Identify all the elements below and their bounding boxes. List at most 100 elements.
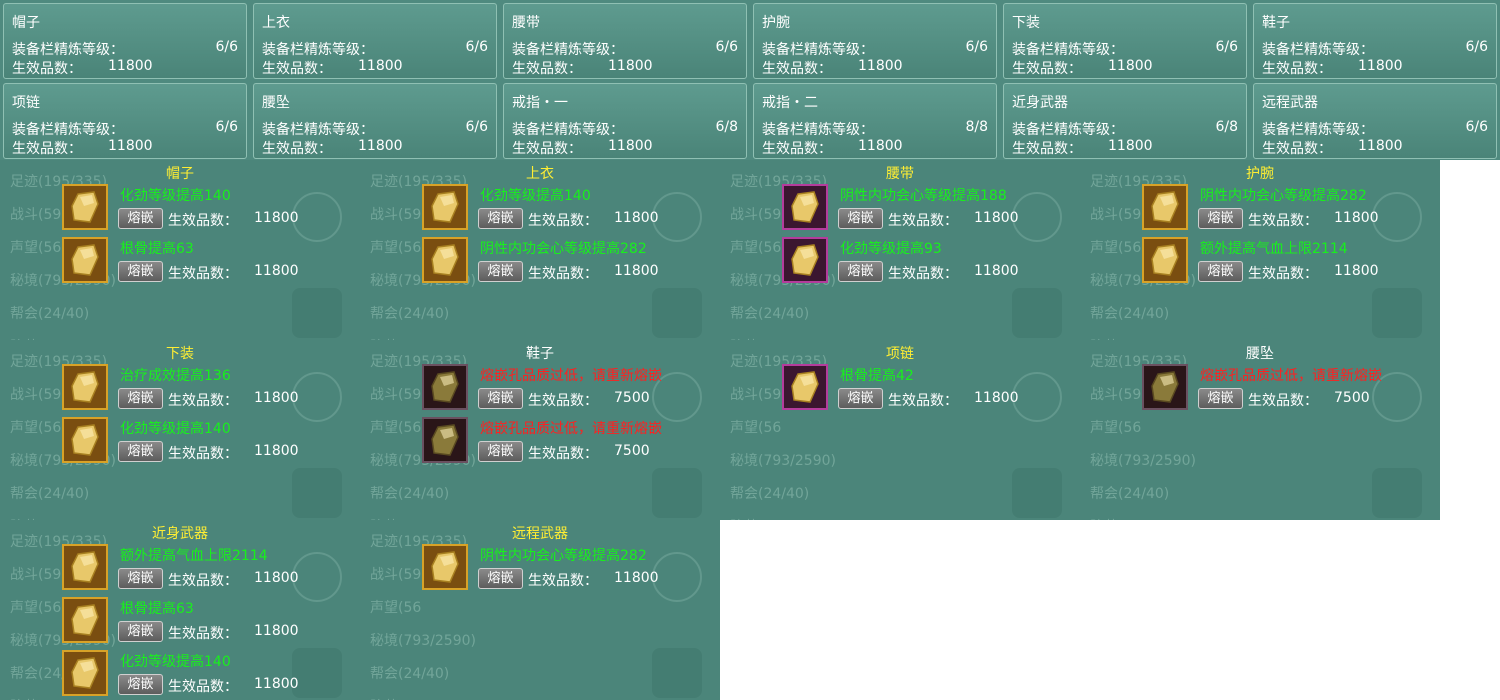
gem-count-value: 11800 bbox=[974, 390, 1019, 406]
dark-gem-icon[interactable] bbox=[1142, 364, 1188, 410]
equipment-slot-card[interactable]: 护腕 装备栏精炼等级： 6/6 生效品数： 11800 bbox=[753, 3, 997, 79]
gem-count-label: 生效品数： bbox=[168, 393, 238, 409]
fuse-button[interactable]: 熔嵌 bbox=[478, 208, 523, 229]
equipment-slot-card[interactable]: 戒指・一 装备栏精炼等级： 6/8 生效品数： 11800 bbox=[503, 83, 747, 159]
fuse-button[interactable]: 熔嵌 bbox=[118, 568, 163, 589]
equipment-refine-grid: 帽子 装备栏精炼等级： 6/6 生效品数： 11800 上衣 装备栏精炼等级： 6/6 生效品数… bbox=[0, 0, 1500, 160]
gem-count-label: 生效品数： bbox=[1248, 393, 1318, 409]
background-list-item: 阵营(33/52) bbox=[730, 511, 836, 520]
fuse-button[interactable]: 熔嵌 bbox=[118, 674, 163, 695]
background-list-item: 帮会(24/40) bbox=[10, 306, 90, 322]
gem-panel: 足迹(195/335)战斗(59声望(56秘境(793/2590)帮会(24/4… bbox=[0, 160, 360, 340]
gold-gem-icon[interactable] bbox=[422, 544, 468, 590]
gem-slot-row: 化劲等级提高140 熔嵌 生效品数： 11800 bbox=[62, 650, 360, 700]
background-list-item: 阵营(33/52) bbox=[370, 511, 476, 520]
gem-panel-title: 腰带 bbox=[886, 166, 914, 182]
dark-gem-icon[interactable] bbox=[422, 417, 468, 463]
equipment-slot-card[interactable]: 戒指・二 装备栏精炼等级： 8/8 生效品数： 11800 bbox=[753, 83, 997, 159]
effective-count-label: 生效品数： bbox=[262, 141, 332, 157]
background-scroll-icon bbox=[652, 288, 702, 338]
gold-gem-icon[interactable] bbox=[62, 237, 108, 283]
background-list-item: 帮会(24/40) bbox=[10, 486, 90, 502]
effective-count-value: 11800 bbox=[108, 138, 153, 154]
gem-panel: 足迹(195/335)战斗(59声望(56秘境(793/2590)帮会(24/4… bbox=[360, 340, 720, 520]
fuse-button[interactable]: 熔嵌 bbox=[118, 388, 163, 409]
gold-gem-icon[interactable] bbox=[62, 544, 108, 590]
gem-panel-title: 下装 bbox=[166, 346, 194, 362]
fuse-button[interactable]: 熔嵌 bbox=[838, 208, 883, 229]
refine-level-value: 6/6 bbox=[715, 39, 738, 55]
gem-panel-title: 项链 bbox=[886, 346, 914, 362]
gold-gem-icon[interactable] bbox=[62, 417, 108, 463]
fuse-button[interactable]: 熔嵌 bbox=[478, 568, 523, 589]
effective-count-value: 11800 bbox=[108, 58, 153, 74]
gem-panel-title: 鞋子 bbox=[526, 346, 554, 362]
gem-count-label: 生效品数： bbox=[168, 679, 238, 695]
gold-gem-icon[interactable] bbox=[422, 184, 468, 230]
equipment-slot-card[interactable]: 远程武器 装备栏精炼等级： 6/6 生效品数： 11800 bbox=[1253, 83, 1497, 159]
gem-panel: 足迹(195/335)战斗(59声望(56秘境(793/2590)帮会(24/4… bbox=[0, 340, 360, 520]
purple-gem-icon[interactable] bbox=[782, 237, 828, 283]
gold-gem-icon[interactable] bbox=[1142, 237, 1188, 283]
effective-count-value: 11800 bbox=[1358, 138, 1403, 154]
refine-level-value: 6/6 bbox=[465, 39, 488, 55]
equipment-slot-card[interactable]: 下装 装备栏精炼等级： 6/6 生效品数： 11800 bbox=[1003, 3, 1247, 79]
fuse-button[interactable]: 熔嵌 bbox=[478, 388, 523, 409]
equipment-slot-name: 上衣 bbox=[262, 15, 290, 31]
gem-slot-row: 治疗成效提高136 熔嵌 生效品数： 11800 bbox=[62, 364, 360, 414]
equipment-slot-card[interactable]: 项链 装备栏精炼等级： 6/6 生效品数： 11800 bbox=[3, 83, 247, 159]
fuse-button[interactable]: 熔嵌 bbox=[118, 621, 163, 642]
background-list-item: 帮会(24/40) bbox=[370, 486, 450, 502]
purple-gem-icon[interactable] bbox=[782, 364, 828, 410]
fuse-button[interactable]: 熔嵌 bbox=[1198, 208, 1243, 229]
effective-count-label: 生效品数： bbox=[262, 61, 332, 77]
purple-gem-icon[interactable] bbox=[782, 184, 828, 230]
gold-gem-icon[interactable] bbox=[422, 237, 468, 283]
gem-slot-row: 阴性内功会心等级提高188 熔嵌 生效品数： 11800 bbox=[782, 184, 1080, 234]
background-scroll-icon bbox=[1372, 288, 1422, 338]
gold-gem-icon[interactable] bbox=[62, 597, 108, 643]
background-list-item: 秘境(793/2590) bbox=[1090, 453, 1196, 469]
gem-slot-row: 熔嵌孔品质过低，请重新熔嵌 熔嵌 生效品数： 7500 bbox=[422, 364, 720, 414]
refine-level-value: 6/6 bbox=[965, 39, 988, 55]
gold-gem-icon[interactable] bbox=[62, 184, 108, 230]
gold-gem-icon[interactable] bbox=[62, 364, 108, 410]
gem-effect-text: 额外提高气血上限2114 bbox=[1200, 241, 1348, 257]
refine-level-label: 装备栏精炼等级： bbox=[1012, 122, 1124, 138]
gem-slot-row: 额外提高气血上限2114 熔嵌 生效品数： 11800 bbox=[1142, 237, 1440, 287]
gem-slot-row: 额外提高气血上限2114 熔嵌 生效品数： 11800 bbox=[62, 544, 360, 594]
equipment-slot-card[interactable]: 腰坠 装备栏精炼等级： 6/6 生效品数： 11800 bbox=[253, 83, 497, 159]
gem-panel: 足迹(195/335)战斗(59声望(56秘境(793/2590)帮会(24/4… bbox=[360, 520, 720, 700]
effective-count-label: 生效品数： bbox=[1262, 141, 1332, 157]
equipment-slot-card[interactable]: 帽子 装备栏精炼等级： 6/6 生效品数： 11800 bbox=[3, 3, 247, 79]
gold-gem-icon[interactable] bbox=[1142, 184, 1188, 230]
equipment-slot-card[interactable]: 腰带 装备栏精炼等级： 6/6 生效品数： 11800 bbox=[503, 3, 747, 79]
equipment-slot-name: 帽子 bbox=[12, 15, 40, 31]
fuse-button[interactable]: 熔嵌 bbox=[118, 208, 163, 229]
gem-count-label: 生效品数： bbox=[528, 393, 598, 409]
gem-count-label: 生效品数： bbox=[888, 393, 958, 409]
dark-gem-icon[interactable] bbox=[422, 364, 468, 410]
equipment-slot-card[interactable]: 上衣 装备栏精炼等级： 6/6 生效品数： 11800 bbox=[253, 3, 497, 79]
fuse-button[interactable]: 熔嵌 bbox=[118, 261, 163, 282]
fuse-button[interactable]: 熔嵌 bbox=[478, 261, 523, 282]
fuse-button[interactable]: 熔嵌 bbox=[838, 388, 883, 409]
equipment-slot-card[interactable]: 近身武器 装备栏精炼等级： 6/8 生效品数： 11800 bbox=[1003, 83, 1247, 159]
effective-count-value: 11800 bbox=[608, 58, 653, 74]
fuse-button[interactable]: 熔嵌 bbox=[838, 261, 883, 282]
fuse-button[interactable]: 熔嵌 bbox=[1198, 388, 1243, 409]
equipment-slot-name: 腰带 bbox=[512, 15, 540, 31]
effective-count-label: 生效品数： bbox=[512, 61, 582, 77]
refine-level-value: 6/6 bbox=[465, 119, 488, 135]
gem-count-value: 7500 bbox=[614, 443, 650, 459]
background-scroll-icon bbox=[1012, 468, 1062, 518]
effective-count-value: 11800 bbox=[858, 58, 903, 74]
equipment-slot-card[interactable]: 鞋子 装备栏精炼等级： 6/6 生效品数： 11800 bbox=[1253, 3, 1497, 79]
background-scroll-icon bbox=[652, 468, 702, 518]
fuse-button[interactable]: 熔嵌 bbox=[118, 441, 163, 462]
refine-level-label: 装备栏精炼等级： bbox=[1262, 42, 1374, 58]
fuse-button[interactable]: 熔嵌 bbox=[478, 441, 523, 462]
gold-gem-icon[interactable] bbox=[62, 650, 108, 696]
fuse-button[interactable]: 熔嵌 bbox=[1198, 261, 1243, 282]
gem-count-value: 11800 bbox=[254, 390, 299, 406]
